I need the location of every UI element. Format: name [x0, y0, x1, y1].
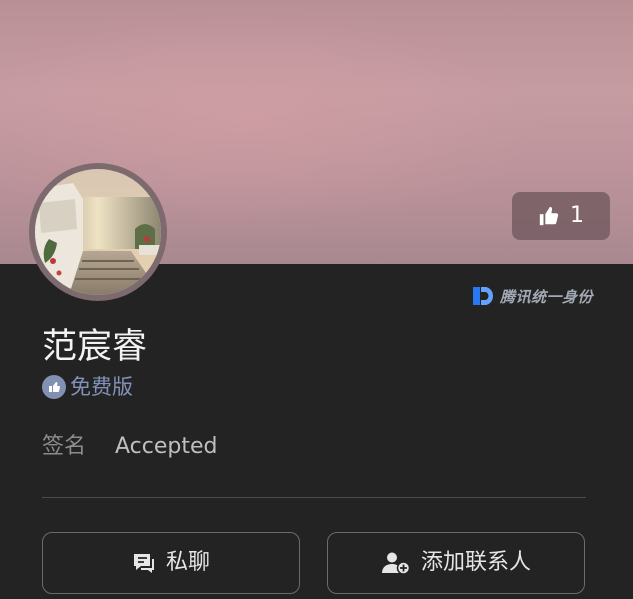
add-contact-label: 添加联系人: [420, 550, 531, 575]
profile-name: 范宸睿: [42, 327, 148, 367]
add-contact-button[interactable]: 添加联系人: [327, 532, 585, 594]
profile-card: 1 腾讯统一身份 范宸睿 免费版 签名 Accepted 私聊 添加联系人: [0, 0, 633, 599]
private-chat-button[interactable]: 私聊: [42, 532, 300, 594]
divider: [42, 497, 586, 498]
tencent-id-text: 腾讯统一身份: [500, 287, 594, 306]
like-button[interactable]: 1: [512, 192, 610, 240]
add-contact-icon: [381, 551, 411, 575]
tencent-id-badge: 腾讯统一身份: [472, 286, 593, 306]
private-chat-label: 私聊: [165, 550, 210, 575]
chat-icon: [132, 552, 156, 574]
plan-badge-icon: [42, 375, 66, 399]
avatar[interactable]: [29, 163, 167, 301]
plan-badge[interactable]: 免费版: [42, 373, 133, 401]
tencent-id-logo-icon: [472, 286, 494, 306]
like-count: 1: [570, 203, 584, 228]
plan-label: 免费版: [70, 375, 133, 399]
signature-label: 签名: [42, 434, 87, 459]
signature-value: Accepted: [115, 434, 218, 459]
thumbs-up-icon: [538, 205, 560, 227]
